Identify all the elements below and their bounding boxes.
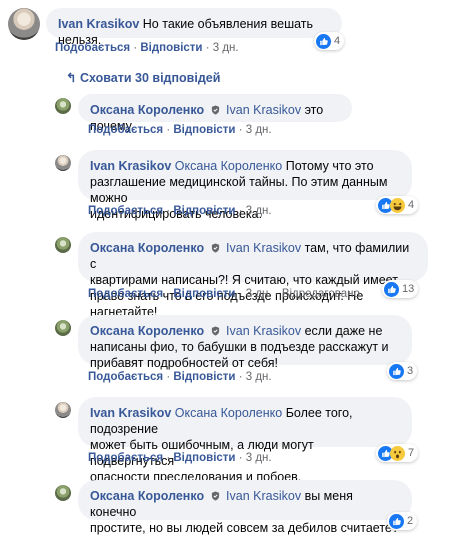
comment-actions: Подобається · Відповісти · 3 дн. · Відре… bbox=[88, 288, 360, 300]
reaction-count: 3 bbox=[407, 365, 414, 377]
comment-author[interactable]: Ivan Krasikov bbox=[58, 17, 139, 31]
comment-author[interactable]: Ivan Krasikov bbox=[90, 406, 171, 420]
reaction-summary[interactable]: 4 bbox=[314, 32, 345, 50]
comment-text-line: Потому что это bbox=[285, 159, 374, 173]
avatar[interactable] bbox=[55, 402, 71, 418]
comment-actions: Подобається · Відповісти · 3 дн. bbox=[88, 371, 272, 383]
wow-icon bbox=[390, 446, 405, 461]
hide-replies-link[interactable]: ↰ Сховати 30 відповідей bbox=[66, 70, 220, 85]
like-button[interactable]: Подобається bbox=[88, 288, 163, 300]
comment-actions: Подобається · Відповісти · 3 дн. bbox=[55, 42, 239, 54]
comment-text-line: разглашение медицинской тайны. По этим д… bbox=[90, 175, 388, 205]
comment-author[interactable]: Оксана Короленко bbox=[90, 241, 204, 255]
hide-replies-label: Сховати 30 відповідей bbox=[79, 71, 221, 85]
shield-icon bbox=[211, 491, 220, 501]
comment-time[interactable]: 3 дн. bbox=[246, 452, 272, 464]
comment-bubble: Оксана Короленко Ivan Krasikov там, что … bbox=[78, 232, 428, 319]
reaction-summary[interactable]: 13 bbox=[382, 280, 419, 298]
reaction-count: 2 bbox=[407, 515, 414, 527]
comment-time[interactable]: 3 дн. bbox=[246, 124, 272, 136]
reaction-summary[interactable]: 2 bbox=[387, 512, 418, 530]
comment-actions: Подобається · Відповісти · 3 дн. bbox=[88, 124, 272, 136]
comment-bubble: Ivan Krasikov Оксана Короленко Более тог… bbox=[78, 397, 412, 484]
mention-link[interactable]: Ivan Krasikov bbox=[226, 241, 301, 255]
avatar[interactable] bbox=[55, 485, 71, 501]
mention-link[interactable]: Оксана Короленко bbox=[175, 406, 282, 420]
reply-arrow-icon: ↰ bbox=[66, 71, 77, 85]
comment-text-line: квартирами написаны?! Я считаю, что кажд… bbox=[90, 273, 398, 287]
comment-text-line: написаны фио, то бабушки в подъезде расс… bbox=[90, 340, 389, 354]
avatar[interactable] bbox=[8, 8, 40, 40]
like-icon bbox=[384, 282, 399, 297]
comment-bubble: Ivan Krasikov Но такие объявления вешать… bbox=[46, 8, 342, 47]
avatar[interactable] bbox=[55, 155, 71, 171]
reaction-summary[interactable]: 3 bbox=[387, 362, 418, 380]
like-button[interactable]: Подобається bbox=[88, 452, 163, 464]
mention-link[interactable]: Ivan Krasikov bbox=[226, 489, 301, 503]
comment-time[interactable]: 3 дн. bbox=[213, 42, 239, 54]
mention-link[interactable]: Ivan Krasikov bbox=[226, 324, 301, 338]
like-button[interactable]: Подобається bbox=[88, 371, 163, 383]
like-icon bbox=[389, 364, 404, 379]
comment-bubble: Оксана Короленко Ivan Krasikov если даже… bbox=[78, 315, 412, 370]
reply-button[interactable]: Відповісти bbox=[173, 371, 235, 383]
reply-button[interactable]: Відповісти bbox=[173, 288, 235, 300]
reaction-summary[interactable]: 7 bbox=[376, 444, 419, 462]
like-icon bbox=[316, 34, 331, 49]
comment-author[interactable]: Оксана Короленко bbox=[90, 103, 204, 117]
reply-button[interactable]: Відповісти bbox=[140, 42, 202, 54]
comment-actions: Подобається · Відповісти · 3 дн. bbox=[88, 205, 272, 217]
shield-icon bbox=[211, 326, 220, 336]
reaction-count: 7 bbox=[408, 447, 415, 459]
shield-icon bbox=[211, 105, 220, 115]
comment-bubble: Оксана Короленко Ivan Krasikov вы меня к… bbox=[78, 480, 412, 535]
comment-actions: Подобається · Відповісти · 3 дн. bbox=[88, 452, 272, 464]
comment-text-line: простите, но вы людей совсем за дебилов … bbox=[90, 521, 399, 535]
comment-author[interactable]: Ivan Krasikov bbox=[90, 159, 171, 173]
reaction-count: 4 bbox=[408, 199, 415, 211]
reaction-summary[interactable]: 4 bbox=[376, 196, 419, 214]
shield-icon bbox=[211, 243, 220, 253]
reaction-count: 4 bbox=[334, 35, 341, 47]
edited-label[interactable]: Відредаговано bbox=[282, 288, 360, 300]
mention-link[interactable]: Оксана Короленко bbox=[175, 159, 282, 173]
reaction-count: 13 bbox=[402, 283, 415, 295]
reply-button[interactable]: Відповісти bbox=[173, 205, 235, 217]
reply-button[interactable]: Відповісти bbox=[173, 452, 235, 464]
comment-author[interactable]: Оксана Короленко bbox=[90, 324, 204, 338]
like-icon bbox=[389, 514, 404, 529]
comment-text-line: прибавят подробностей от себя! bbox=[90, 356, 278, 370]
comment-bubble: Оксана Короленко Ivan Krasikov это почем… bbox=[78, 94, 352, 133]
comment-text-line: если даже не bbox=[304, 324, 383, 338]
like-button[interactable]: Подобається bbox=[55, 42, 130, 54]
laugh-icon bbox=[390, 198, 405, 213]
mention-link[interactable]: Ivan Krasikov bbox=[226, 103, 301, 117]
reply-button[interactable]: Відповісти bbox=[173, 124, 235, 136]
like-button[interactable]: Подобається bbox=[88, 124, 163, 136]
avatar[interactable] bbox=[55, 237, 71, 253]
comment-author[interactable]: Оксана Короленко bbox=[90, 489, 204, 503]
comment-time[interactable]: 3 дн. bbox=[246, 288, 272, 300]
comment-bubble: Ivan Krasikov Оксана Короленко Потому чт… bbox=[78, 150, 412, 221]
avatar[interactable] bbox=[55, 320, 71, 336]
comment-time[interactable]: 3 дн. bbox=[246, 371, 272, 383]
comment-time[interactable]: 3 дн. bbox=[246, 205, 272, 217]
like-button[interactable]: Подобається bbox=[88, 205, 163, 217]
avatar[interactable] bbox=[55, 98, 71, 114]
